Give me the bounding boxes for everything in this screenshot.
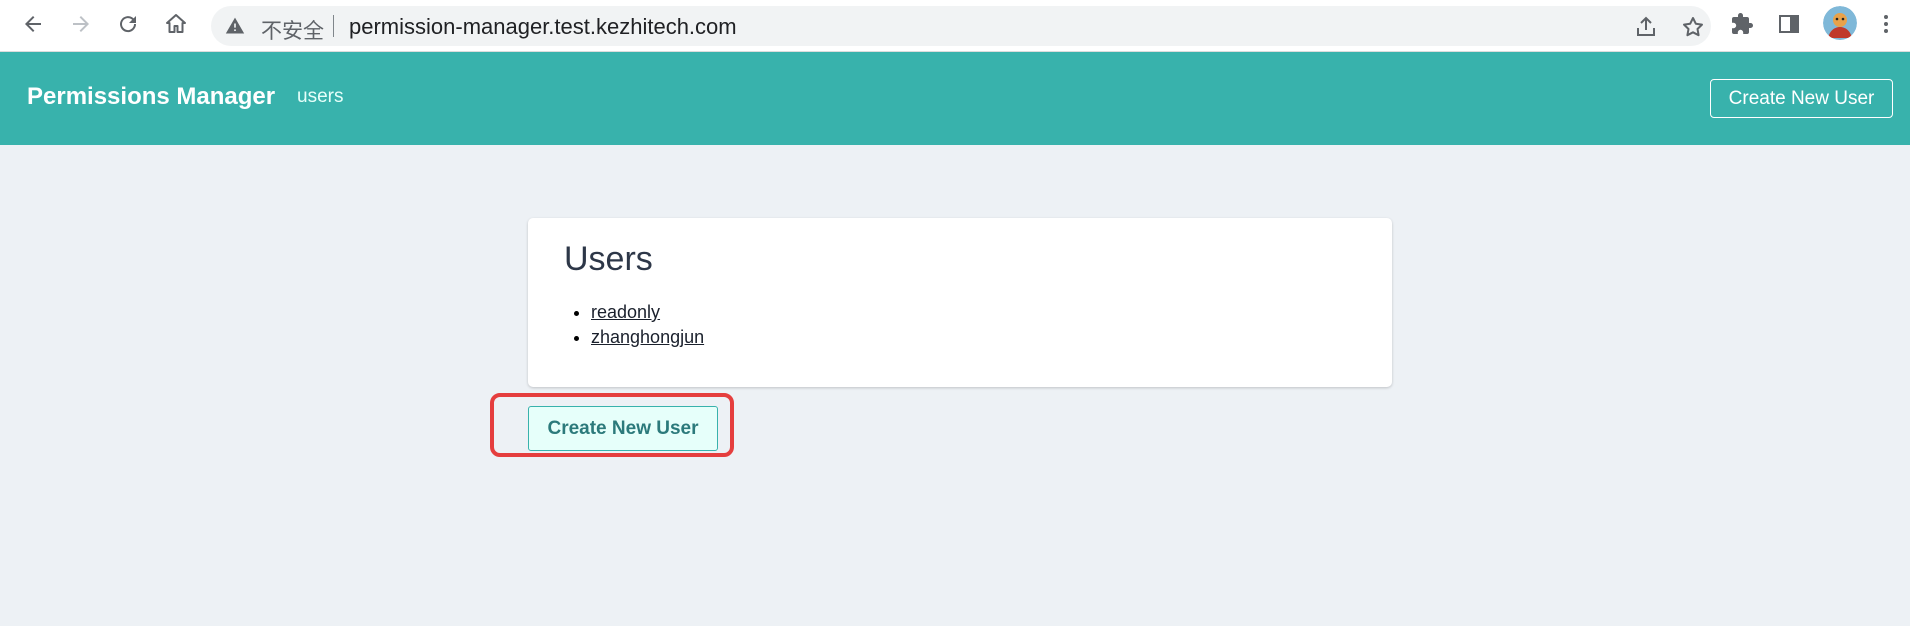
browser-toolbar: 不安全 permission-manager.test.kezhitech.co… — [0, 0, 1910, 52]
list-item: zhanghongjun — [591, 325, 704, 350]
divider — [333, 15, 334, 37]
user-link-zhanghongjun[interactable]: zhanghongjun — [591, 327, 704, 347]
header-create-user-button[interactable]: Create New User — [1710, 79, 1893, 118]
side-panel-icon[interactable] — [1771, 6, 1807, 42]
bookmark-star-icon[interactable] — [1678, 12, 1708, 42]
extensions-icon[interactable] — [1724, 6, 1760, 42]
browser-menu-icon[interactable] — [1868, 6, 1904, 42]
nav-link-users[interactable]: users — [297, 86, 343, 108]
create-new-user-button[interactable]: Create New User — [528, 406, 718, 451]
back-icon[interactable] — [15, 6, 51, 42]
forward-icon[interactable] — [63, 6, 99, 42]
warning-icon[interactable] — [225, 16, 245, 36]
not-secure-label[interactable]: 不安全 — [261, 15, 324, 45]
reload-icon[interactable] — [110, 6, 146, 42]
app-header: Permissions Manager users Create New Use… — [0, 52, 1910, 145]
user-link-readonly[interactable]: readonly — [591, 302, 660, 322]
address-bar[interactable]: 不安全 permission-manager.test.kezhitech.co… — [211, 6, 1711, 46]
page-title: Users — [564, 240, 653, 278]
url-text[interactable]: permission-manager.test.kezhitech.com — [349, 14, 737, 40]
home-icon[interactable] — [158, 6, 194, 42]
users-card: Users readonly zhanghongjun — [528, 218, 1392, 387]
profile-avatar-icon[interactable] — [1823, 6, 1857, 40]
user-list: readonly zhanghongjun — [591, 300, 704, 350]
brand-title[interactable]: Permissions Manager — [27, 83, 275, 111]
share-icon[interactable] — [1631, 12, 1661, 42]
list-item: readonly — [591, 300, 704, 325]
